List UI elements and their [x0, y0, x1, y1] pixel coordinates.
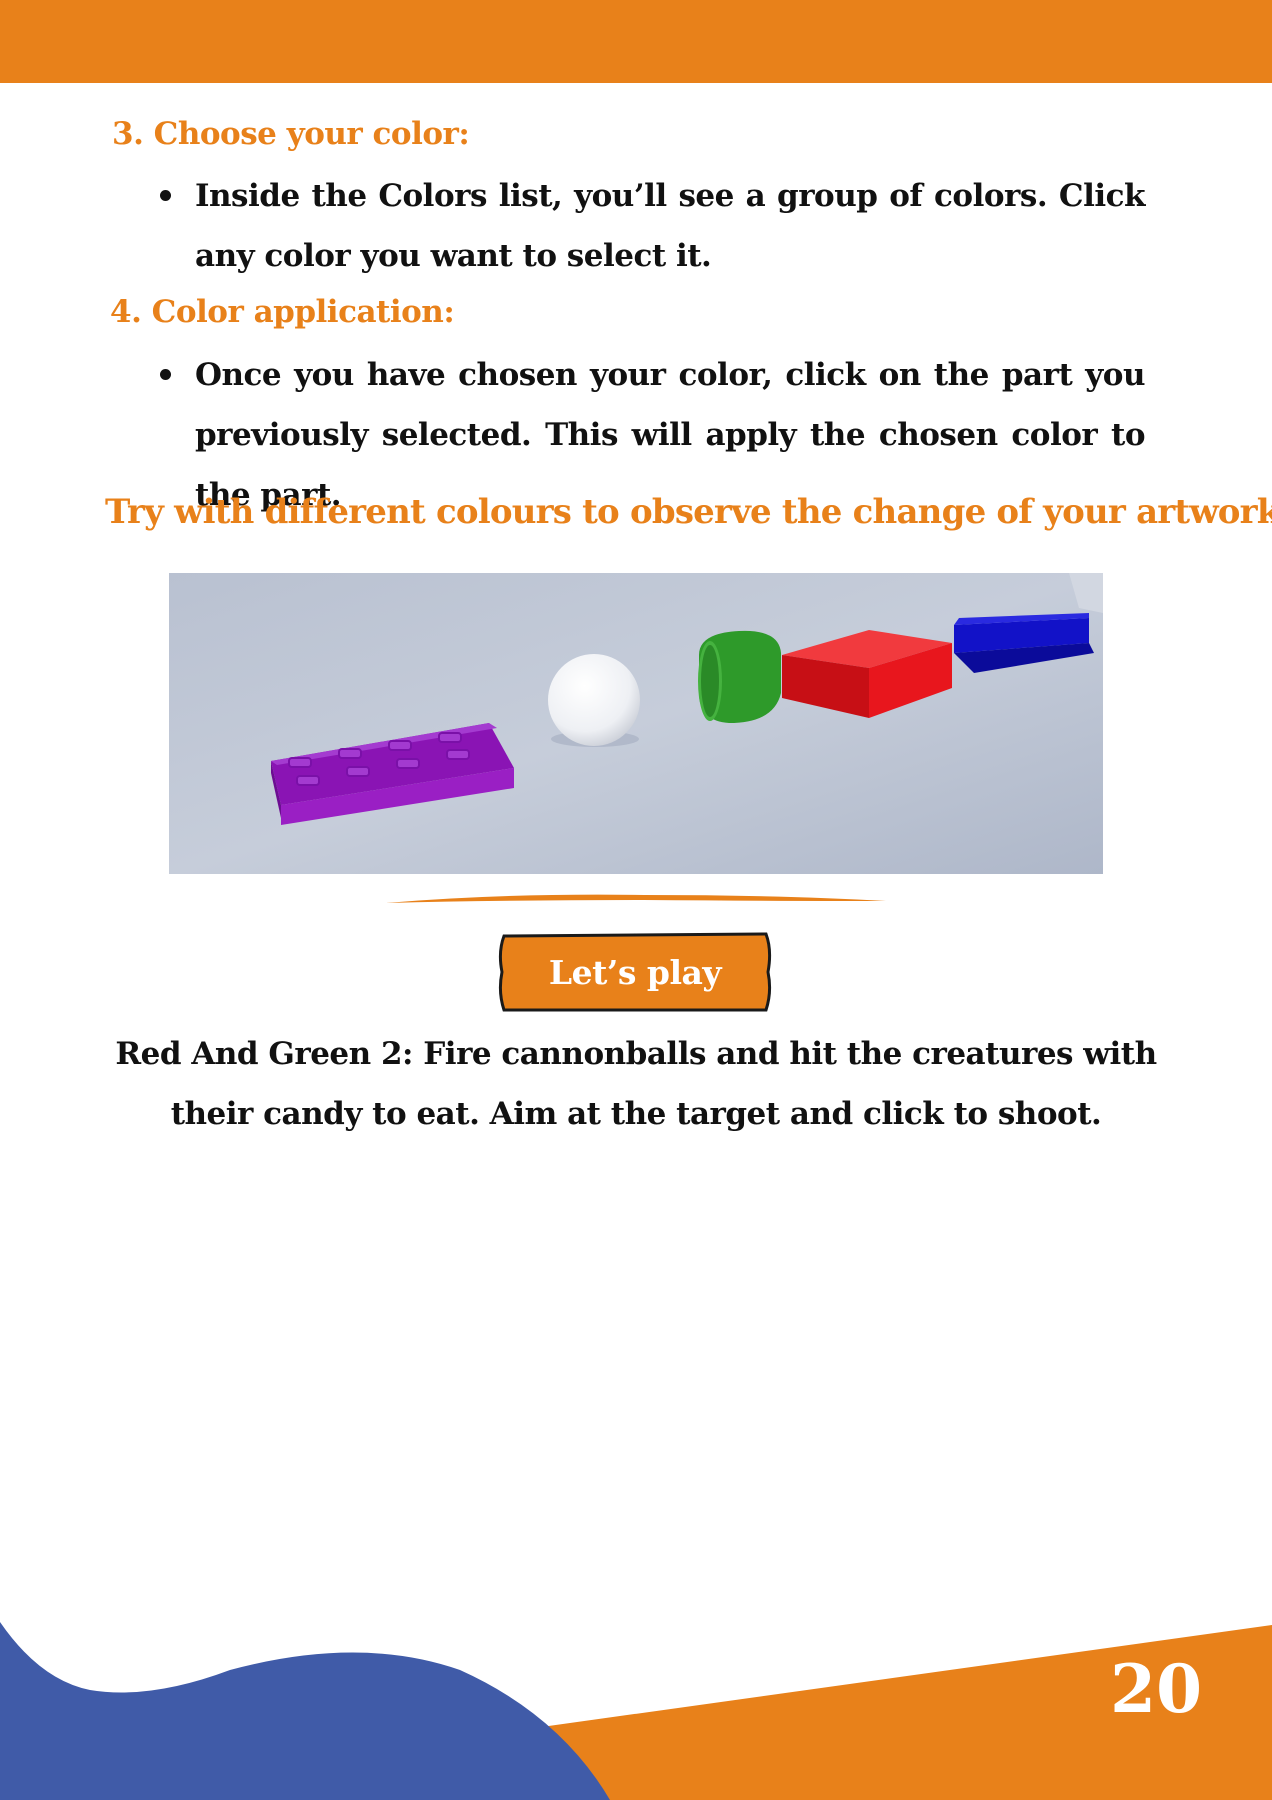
colour-tip-callout: Try with different colours to observe th…: [105, 492, 1272, 532]
bullet-dot: [160, 190, 171, 201]
lets-play-button-container[interactable]: Let’s play: [496, 930, 774, 1014]
top-header-bar: [0, 0, 1272, 83]
game-description: Red And Green 2: Fire cannonballs and hi…: [115, 1036, 1157, 1132]
step-3-instruction: Inside the Colors list, you’ll see a gro…: [195, 178, 1146, 274]
step-4-heading: 4. Color application:: [110, 294, 455, 330]
bullet-dot: [160, 369, 171, 380]
brush-divider: [386, 894, 886, 903]
lets-play-label: Let’s play: [548, 952, 722, 992]
footer-decoration: [0, 1622, 1272, 1800]
colored-parts-scene-image: [169, 573, 1103, 874]
page-number: 20: [1110, 1650, 1202, 1728]
step-3-heading: 3. Choose your color:: [112, 116, 470, 152]
green-cylinder: [698, 630, 781, 723]
